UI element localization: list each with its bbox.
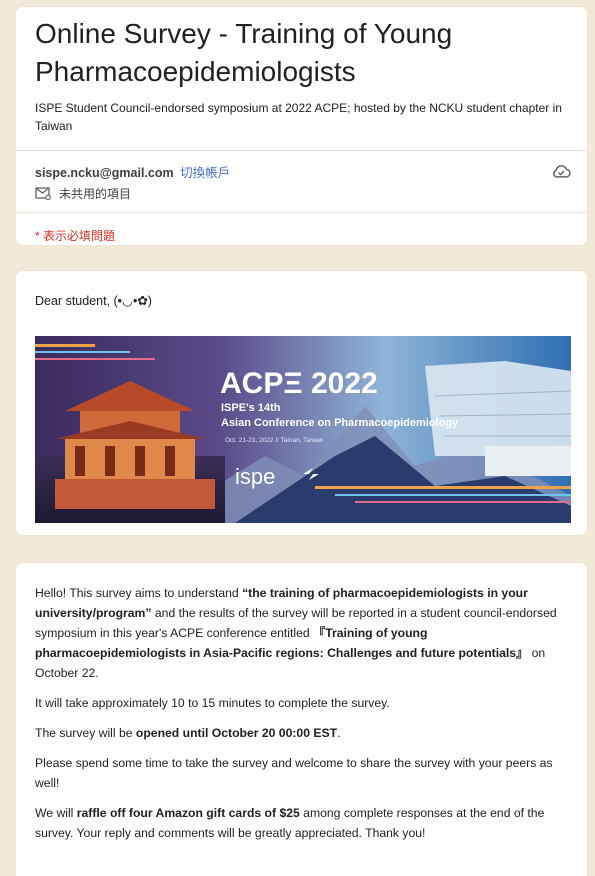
unshared-row: 未共用的項目 <box>35 185 131 202</box>
cloud-saved-icon[interactable] <box>551 163 571 179</box>
banner-date-place: Oct. 21-23, 2022 // Tainan, Taiwan <box>225 437 324 444</box>
switch-account-link[interactable]: 切換帳戶 <box>180 166 230 180</box>
paragraph-share: Please spend some time to take the surve… <box>35 756 553 790</box>
banner-title: ACPΞ 2022 <box>220 367 378 400</box>
paragraph-intro: Hello! This survey aims to understand “t… <box>35 586 557 680</box>
greeting-card: Dear student, (•◡•✿) ACPΞ 2022 ISPE's 14… <box>15 270 588 536</box>
banner-subtitle-1: ISPE's 14th <box>221 402 281 414</box>
banner-logo: ispe <box>235 464 275 489</box>
form-title: Online Survey - Training of Young Pharma… <box>35 18 453 87</box>
paragraph-raffle: We will raffle off four Amazon gift card… <box>35 806 545 840</box>
conference-banner-image: ACPΞ 2022 ISPE's 14th Asian Conference o… <box>35 336 571 523</box>
account-email: sispe.ncku@gmail.com <box>35 166 174 180</box>
form-header-card: Online Survey - Training of Young Pharma… <box>15 6 588 246</box>
survey-description-card: Hello! This survey aims to understand “t… <box>15 562 588 876</box>
greeting-text: Dear student, (•◡•✿) <box>35 294 152 308</box>
required-note: * 表示必填問題 <box>35 229 116 243</box>
divider <box>16 212 587 213</box>
divider <box>16 150 587 151</box>
unshared-label: 未共用的項目 <box>59 187 132 201</box>
paragraph-duration: It will take approximately 10 to 15 minu… <box>35 696 390 710</box>
paragraph-deadline: The survey will be opened until October … <box>35 726 341 740</box>
form-description: ISPE Student Council-endorsed symposium … <box>35 101 562 133</box>
mail-icon <box>35 187 51 200</box>
account-row: sispe.ncku@gmail.com 切換帳戶 <box>35 162 230 181</box>
survey-description: Hello! This survey aims to understand “t… <box>35 583 580 853</box>
banner-subtitle-2: Asian Conference on Pharmacoepidemiology <box>221 417 459 429</box>
